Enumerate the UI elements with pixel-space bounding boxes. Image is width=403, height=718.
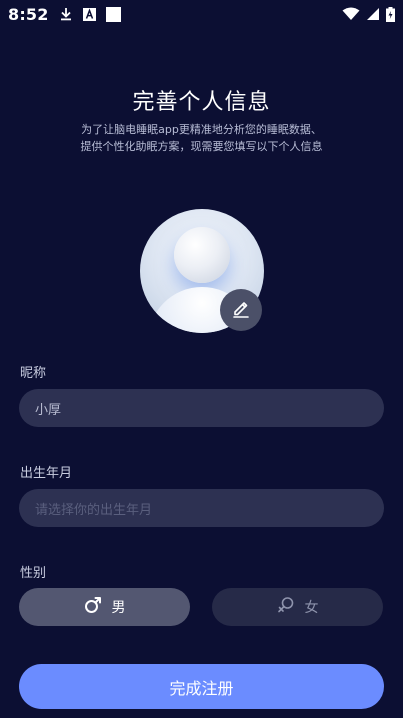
wifi-icon: [342, 7, 360, 21]
avatar-container: [140, 209, 264, 333]
birth-label: 出生年月: [20, 466, 73, 481]
male-icon: [84, 596, 102, 618]
gender-male-label: 男: [111, 600, 126, 616]
gender-female-button[interactable]: 女: [212, 588, 383, 626]
birth-date-picker[interactable]: 请选择你的出生年月: [19, 489, 384, 527]
signal-icon: [366, 7, 380, 21]
status-time: 8:52: [8, 4, 49, 24]
gender-male-button[interactable]: 男: [19, 588, 190, 626]
page-description: 为了让脑电睡眠app更精准地分析您的睡眠数据、 提供个性化助眠方案，现需要您填写…: [80, 123, 323, 153]
nickname-input[interactable]: 小厚: [19, 389, 384, 427]
text-a-icon: [82, 7, 96, 21]
status-bar: 8:52: [0, 0, 403, 28]
download-icon: [59, 7, 73, 21]
edit-pen-icon: [230, 297, 252, 323]
nickname-label: 昵称: [20, 366, 47, 381]
gender-female-label: 女: [304, 600, 319, 616]
battery-charging-icon: [386, 6, 395, 22]
avatar-head: [174, 227, 230, 283]
edit-avatar-button[interactable]: [220, 289, 262, 331]
complete-registration-button[interactable]: 完成注册: [19, 664, 384, 709]
gender-label: 性别: [20, 566, 47, 581]
square-notification-icon: [105, 6, 121, 22]
page-title: 完善个人信息: [132, 90, 271, 115]
female-icon: [277, 596, 295, 618]
